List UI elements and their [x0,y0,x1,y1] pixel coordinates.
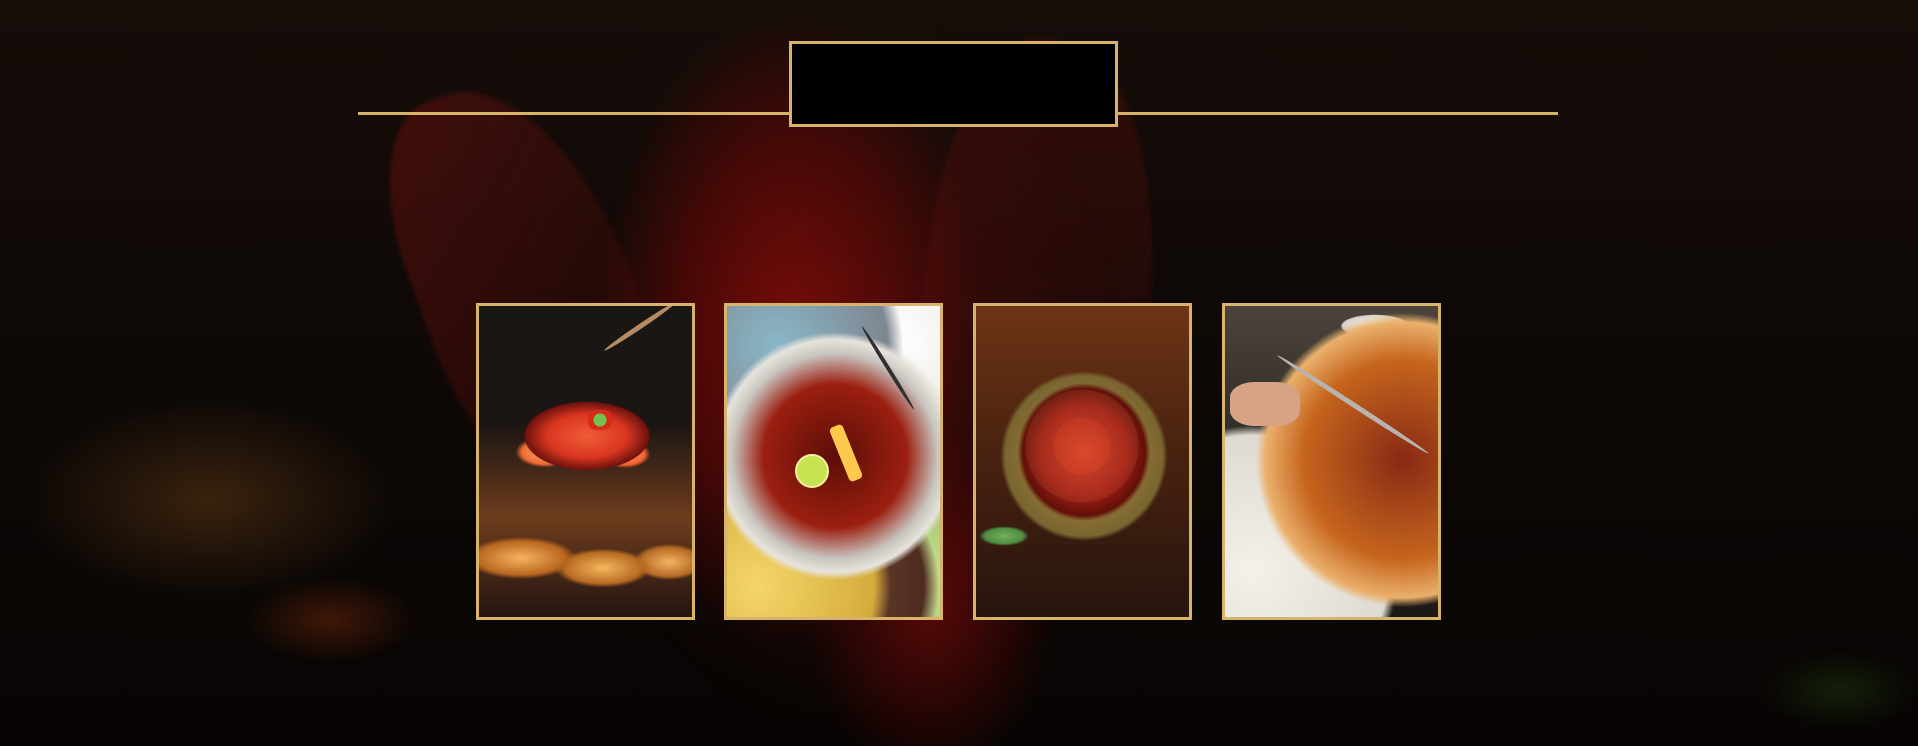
chili-flakes-icon [1016,380,1148,512]
gallery-item-spicy-beef[interactable] [973,303,1192,620]
hotpot-photo [727,306,940,617]
gallery-item-copper-hotpot[interactable] [1222,303,1441,620]
copper-hotpot-photo [1225,306,1438,617]
spicy-shrimp-chicken-wings-photo [479,306,692,617]
gallery-item-hotpot[interactable] [724,303,943,620]
pepper-garnish-icon [581,410,619,430]
gallery-item-shrimp[interactable] [476,303,695,620]
hand-icon [1230,382,1300,426]
banner-title-box [789,41,1118,127]
title-right-rule [1093,112,1558,115]
hero-banner [0,0,1918,746]
lemon-slice-icon [795,454,829,488]
title-left-rule [358,112,826,115]
